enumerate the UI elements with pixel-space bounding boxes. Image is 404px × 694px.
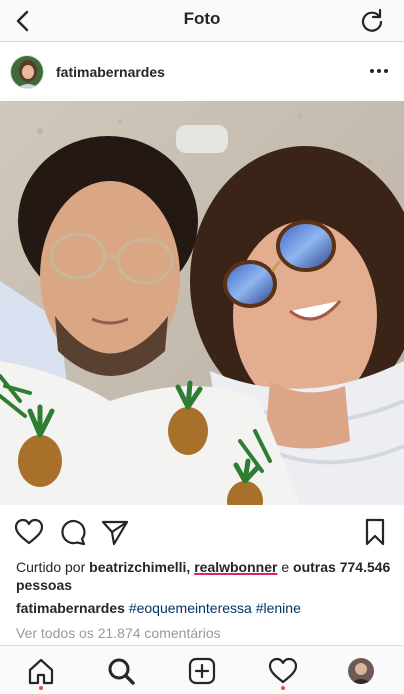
likes-prefix: Curtido por [16,559,86,575]
post-header: fatimabernardes [0,43,404,101]
bottom-nav [0,645,404,694]
post-caption: fatimabernardes #eoquemeinteressa #lenin… [16,600,301,616]
profile-avatar[interactable] [348,658,374,684]
new-post-icon[interactable] [187,656,217,686]
hashtag-link[interactable]: #lenine [256,600,301,616]
search-icon[interactable] [106,656,136,686]
home-icon[interactable] [26,656,56,686]
likes-connector: e [281,559,290,575]
post-photo[interactable] [0,101,404,505]
hashtag-link[interactable]: #eoquemeinteressa [129,600,252,616]
likes-text: Curtido por beatrizchimelli, realwbonner… [16,558,396,594]
notification-dot [39,686,43,690]
view-all-comments-link[interactable]: Ver todos os 21.874 comentários [16,625,221,641]
post-actions [0,513,404,549]
like-heart-icon[interactable] [14,517,44,547]
caption-username[interactable]: fatimabernardes [16,600,125,616]
post-username[interactable]: fatimabernardes [56,64,165,80]
refresh-icon[interactable] [358,7,386,35]
activity-heart-icon[interactable] [268,656,298,686]
likes-user-1[interactable]: beatrizchimelli, [89,559,190,575]
comment-icon[interactable] [58,517,88,547]
likes-user-2[interactable]: realwbonner [194,559,277,575]
top-bar: Foto [0,0,404,42]
more-options-icon[interactable] [368,61,390,81]
page-title: Foto [183,9,221,28]
share-send-icon[interactable] [100,517,130,547]
avatar[interactable] [10,55,44,89]
bookmark-icon[interactable] [360,517,390,547]
notification-dot [281,686,285,690]
